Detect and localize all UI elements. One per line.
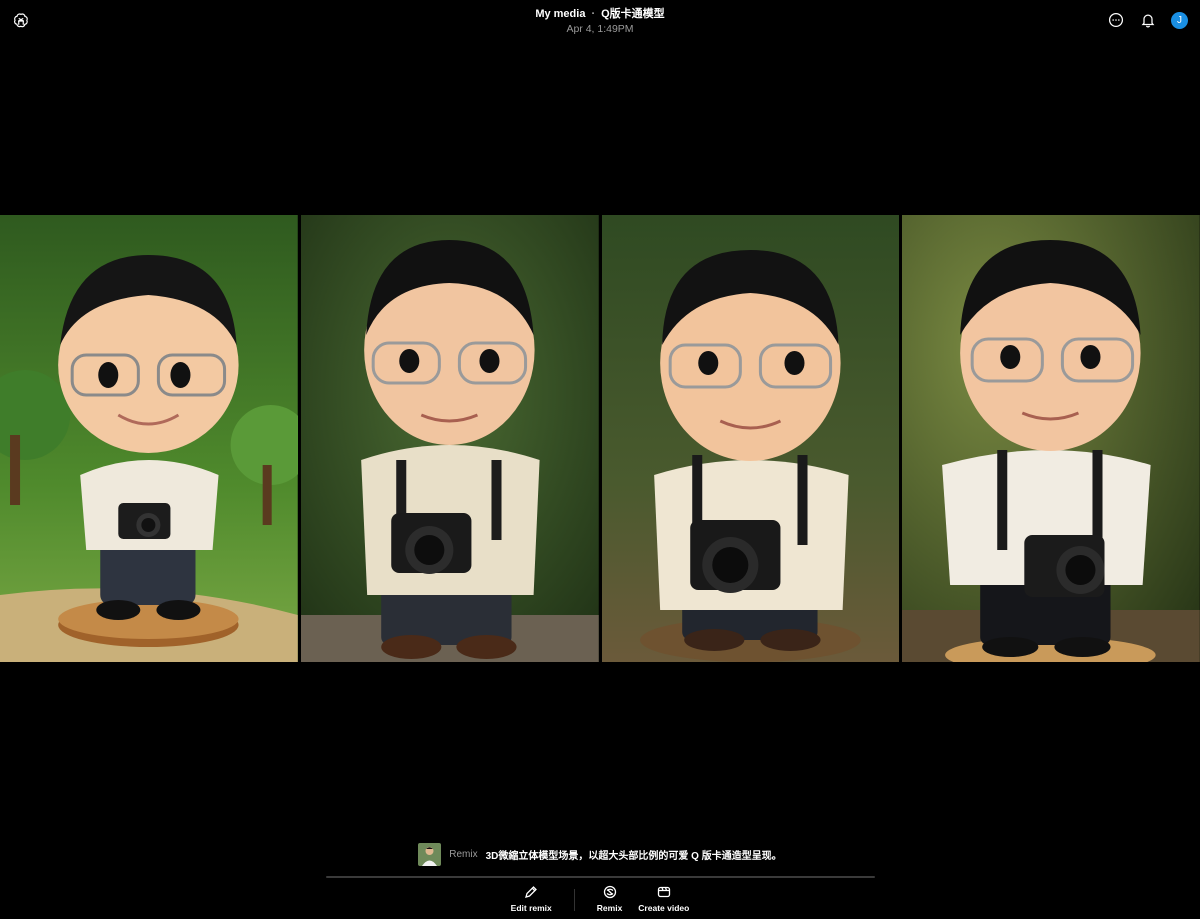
breadcrumb: My media · Q版卡通模型 xyxy=(0,7,1200,21)
action-bar: Edit remix Remix Create video xyxy=(0,885,1200,913)
avatar[interactable]: J xyxy=(1171,11,1188,29)
gallery-image-2[interactable] xyxy=(300,215,599,662)
prompt-row: Remix 3D微縮立体模型场景，以超大头部比例的可爱 Q 版卡通造型呈现。 xyxy=(0,843,1200,866)
breadcrumb-separator: · xyxy=(591,8,596,20)
gallery-image-3[interactable] xyxy=(601,215,900,662)
breadcrumb-my-media[interactable]: My media xyxy=(535,8,585,20)
video-icon xyxy=(657,886,670,898)
create-video-button[interactable]: Create video xyxy=(630,885,697,913)
remix-icon xyxy=(603,885,616,899)
prompt-divider xyxy=(326,876,875,878)
remix-label: Remix xyxy=(449,849,478,860)
create-video-label: Create video xyxy=(638,903,690,913)
timestamp: Apr 4, 1:49PM xyxy=(566,23,634,35)
action-separator xyxy=(573,889,575,911)
gallery-image-1[interactable] xyxy=(0,215,298,662)
pencil-icon xyxy=(525,886,538,898)
remix-label: Remix xyxy=(596,903,623,913)
bell-icon xyxy=(1141,14,1155,28)
source-image-thumbnail[interactable] xyxy=(418,843,442,866)
image-gallery xyxy=(0,215,1200,662)
gallery-image-4[interactable] xyxy=(902,215,1200,662)
edit-remix-button[interactable]: Edit remix xyxy=(503,885,560,913)
more-options-button[interactable] xyxy=(1107,11,1125,29)
page-title: Q版卡通模型 xyxy=(601,8,665,20)
prompt-text: 3D微縮立体模型场景，以超大头部比例的可爱 Q 版卡通造型呈现。 xyxy=(485,851,782,862)
header-title-block: My media · Q版卡通模型 Apr 4, 1:49PM xyxy=(0,7,1200,36)
edit-remix-label: Edit remix xyxy=(510,903,552,913)
more-options-icon xyxy=(1108,12,1124,28)
notifications-button[interactable] xyxy=(1139,11,1157,29)
header-actions: J xyxy=(1107,11,1188,29)
remix-button[interactable]: Remix xyxy=(589,885,631,913)
